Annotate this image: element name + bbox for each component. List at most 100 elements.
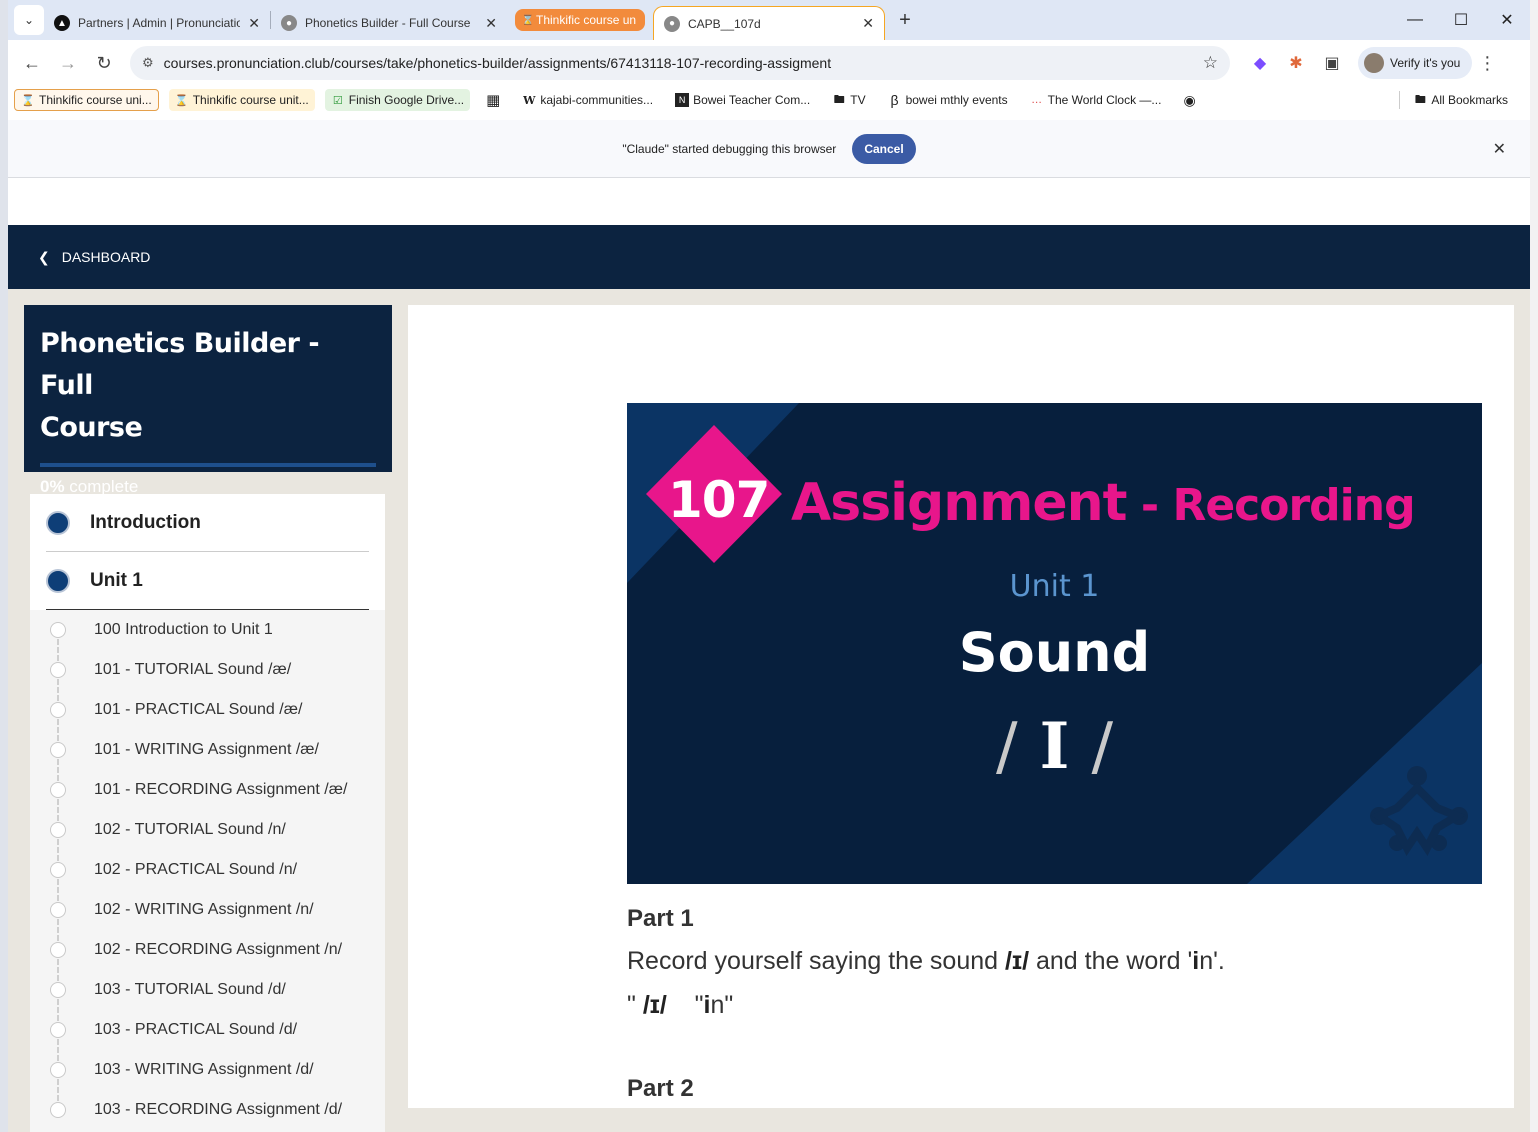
- lesson-item[interactable]: 101 - PRACTICAL Sound /æ/: [30, 690, 385, 741]
- clock-icon: …: [1031, 94, 1043, 106]
- course-card: Phonetics Builder - Full Course 0% compl…: [24, 305, 392, 496]
- bookmark-item[interactable]: ⌛ Thinkific course uni...: [14, 89, 159, 111]
- lesson-label: 103 - PRACTICAL Sound /d/: [94, 1021, 298, 1038]
- lesson-item[interactable]: 102 - TUTORIAL Sound /n/: [30, 810, 385, 861]
- globe-icon: ●: [664, 15, 680, 32]
- debug-message: "Claude" started debugging this browser: [622, 141, 837, 156]
- new-tab-button[interactable]: +: [891, 9, 919, 32]
- chapter-unit-1[interactable]: Unit 1: [46, 552, 369, 610]
- bookmark-star-icon[interactable]: ☆: [1203, 53, 1218, 73]
- apps-grid-icon[interactable]: ▦: [480, 89, 506, 111]
- wiki-icon: W: [523, 93, 536, 107]
- tab-partners-admin[interactable]: ▲ Partners | Admin | Pronunciation ✕: [44, 7, 270, 39]
- close-icon[interactable]: ✕: [485, 15, 497, 32]
- lesson-label: 101 - WRITING Assignment /æ/: [94, 741, 319, 758]
- course-navbar: ❮ DASHBOARD: [8, 225, 1530, 289]
- window-controls: — ☐ ✕: [1392, 0, 1530, 40]
- assignment-number: 107: [668, 471, 770, 529]
- lesson-item[interactable]: 102 - PRACTICAL Sound /n/: [30, 850, 385, 901]
- debugging-infobar: "Claude" started debugging this browser …: [8, 120, 1530, 178]
- lesson-label: 102 - RECORDING Assignment /n/: [94, 941, 343, 958]
- banner-sound-label: Sound: [958, 621, 1151, 684]
- lesson-item[interactable]: 103 - PRACTICAL Sound /d/: [30, 1010, 385, 1061]
- minimize-icon[interactable]: —: [1392, 0, 1438, 40]
- bookmark-item[interactable]: ☑ Finish Google Drive...: [324, 89, 471, 111]
- lesson-item[interactable]: 101 - RECORDING Assignment /æ/: [30, 770, 385, 821]
- extension-claude-icon[interactable]: ✱: [1278, 45, 1314, 81]
- lesson-status-icon: [50, 622, 66, 638]
- tab-phonetics-builder[interactable]: ● Phonetics Builder - Full Course ✕: [271, 7, 507, 39]
- dashboard-link[interactable]: DASHBOARD: [62, 249, 151, 265]
- chapter-introduction[interactable]: Introduction: [46, 494, 369, 552]
- lesson-label: 103 - RECORDING Assignment /d/: [94, 1101, 343, 1118]
- lesson-item[interactable]: 103 - TUTORIAL Sound /d/: [30, 970, 385, 1021]
- lesson-status-icon: [50, 1022, 66, 1038]
- lesson-status-icon: [50, 662, 66, 678]
- browser-menu-icon[interactable]: ⋮: [1472, 53, 1502, 74]
- lesson-status-icon: [50, 982, 66, 998]
- forward-button[interactable]: →: [50, 45, 86, 81]
- hourglass-icon: ⌛: [21, 94, 35, 107]
- notion-icon: N: [675, 93, 690, 107]
- lesson-status-icon: [50, 902, 66, 918]
- tab-group-thinkific[interactable]: ⌛ Thinkific course un: [515, 9, 645, 31]
- hourglass-icon: ⌛: [521, 14, 535, 26]
- lesson-item[interactable]: 101 - WRITING Assignment /æ/: [30, 730, 385, 781]
- close-icon[interactable]: ✕: [1493, 139, 1506, 159]
- extensions-puzzle-icon[interactable]: ▣: [1314, 45, 1350, 81]
- banner-ipa-symbol: / I /: [995, 709, 1114, 784]
- page-top-strip: [8, 178, 1530, 225]
- site-settings-icon[interactable]: ⚙: [142, 55, 154, 71]
- lesson-status-icon: [50, 942, 66, 958]
- url-text[interactable]: courses.pronunciation.club/courses/take/…: [164, 55, 1203, 71]
- cancel-debug-button[interactable]: Cancel: [852, 133, 916, 164]
- part-1-example: " /ɪ/ "in": [627, 991, 734, 1019]
- globe-icon: ●: [281, 15, 297, 31]
- lesson-status-icon: [50, 822, 66, 838]
- beta-icon: β: [890, 92, 899, 108]
- verify-profile-button[interactable]: Verify it's you: [1358, 47, 1473, 79]
- lesson-item[interactable]: 101 - TUTORIAL Sound /æ/: [30, 650, 385, 701]
- browser-toolbar: ← → ↻ ⚙ courses.pronunciation.club/cours…: [8, 40, 1530, 86]
- back-button[interactable]: ←: [14, 45, 50, 81]
- extension-gem-icon[interactable]: ◆: [1242, 45, 1278, 81]
- address-bar[interactable]: ⚙ courses.pronunciation.club/courses/tak…: [130, 46, 1230, 80]
- close-icon[interactable]: ✕: [248, 15, 260, 32]
- bookmark-item[interactable]: N Bowei Teacher Com...: [669, 89, 816, 111]
- banner-title: Assignment - Recording: [791, 473, 1416, 533]
- part-1-heading: Part 1: [627, 905, 694, 932]
- bookmark-item[interactable]: Wkajabi-communities...: [516, 89, 659, 111]
- lesson-item[interactable]: 102 - WRITING Assignment /n/: [30, 890, 385, 941]
- lesson-label: 103 - WRITING Assignment /d/: [94, 1061, 314, 1078]
- lesson-label: 100 Introduction to Unit 1: [94, 621, 273, 638]
- lesson-item[interactable]: 102 - RECORDING Assignment /n/: [30, 930, 385, 981]
- lesson-content: 107 Assignment - Recording Unit 1 Sound …: [408, 305, 1514, 1108]
- lesson-status-icon: [50, 742, 66, 758]
- lesson-list: 100 Introduction to Unit 1 101 - TUTORIAL…: [30, 610, 385, 1132]
- lesson-item[interactable]: 100 Introduction to Unit 1: [30, 610, 385, 661]
- close-window-icon[interactable]: ✕: [1484, 0, 1530, 40]
- bookmark-item[interactable]: ⌛ Thinkific course unit...: [168, 89, 315, 111]
- lesson-item[interactable]: 103 - RECORDING Assignment /d/: [30, 1090, 385, 1130]
- all-bookmarks-button[interactable]: 🖿 All Bookmarks: [1407, 89, 1514, 111]
- avatar: [1364, 53, 1384, 73]
- course-page: ❮ DASHBOARD Phonetics Builder - Full Cou…: [8, 178, 1530, 1132]
- lesson-item[interactable]: 103 - WRITING Assignment /d/: [30, 1050, 385, 1101]
- chevron-left-icon[interactable]: ❮: [38, 249, 50, 266]
- bookmark-item[interactable]: … The World Clock —...: [1024, 89, 1168, 111]
- close-icon[interactable]: ✕: [862, 15, 874, 32]
- background-window-edge: [1530, 0, 1538, 1132]
- lesson-status-icon: [50, 862, 66, 878]
- bookmark-folder[interactable]: 🖿 TV: [826, 89, 871, 111]
- bookmark-globe-icon[interactable]: ◉: [1177, 89, 1201, 111]
- reload-button[interactable]: ↻: [86, 45, 122, 81]
- browser-window: ⌄ ▲ Partners | Admin | Pronunciation ✕ ●…: [8, 0, 1530, 1132]
- maximize-icon[interactable]: ☐: [1438, 0, 1484, 40]
- bookmark-item[interactable]: β bowei mthly events: [882, 89, 1014, 111]
- assignment-banner: 107 Assignment - Recording Unit 1 Sound …: [627, 403, 1482, 884]
- folder-icon: 🖿: [833, 93, 845, 106]
- tab-search-button[interactable]: ⌄: [14, 5, 44, 35]
- tab-active-capb[interactable]: ● CAPB__107d ✕: [653, 6, 885, 40]
- bookmarks-bar: ⌛ Thinkific course uni... ⌛ Thinkific cour…: [8, 86, 1530, 114]
- lesson-label: 102 - PRACTICAL Sound /n/: [94, 861, 298, 878]
